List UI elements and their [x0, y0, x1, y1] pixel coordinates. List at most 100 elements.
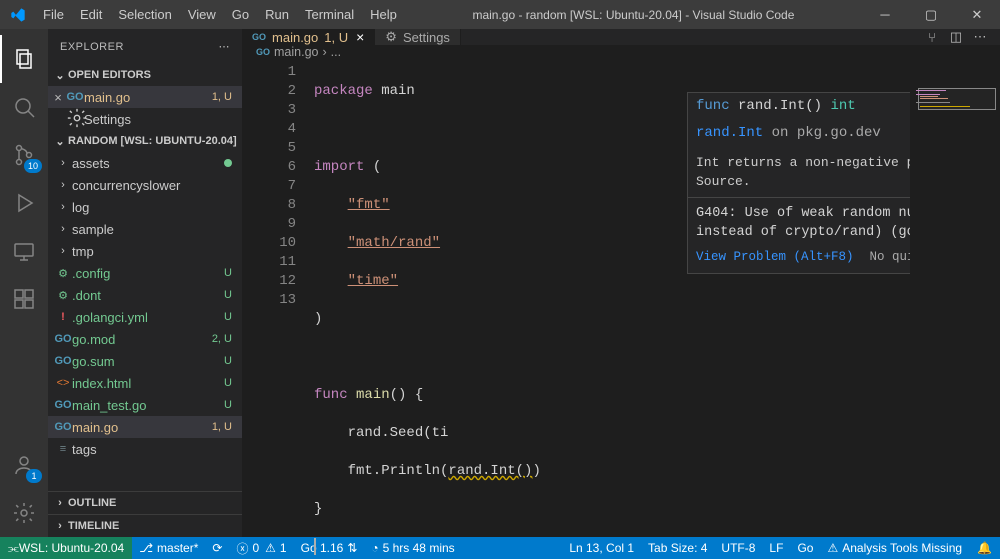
view-problem-link[interactable]: View Problem (Alt+F8)	[696, 248, 854, 267]
tab-main-go[interactable]: GO main.go 1, U ×	[242, 29, 375, 45]
file-golangci-yml[interactable]: !.golangci.ymlU	[48, 306, 242, 328]
go-icon: GO	[54, 421, 72, 433]
mm-line	[916, 102, 950, 103]
mm-line	[916, 90, 946, 91]
open-editor-settings[interactable]: Settings	[48, 108, 242, 130]
section-open-editors[interactable]: ⌄OPEN EDITORS	[48, 64, 242, 86]
menu-help[interactable]: Help	[362, 0, 405, 29]
chevron-right-icon: ›	[52, 497, 68, 509]
line-number: 2	[242, 82, 296, 101]
activity-scm[interactable]: 10	[0, 131, 48, 179]
mm-line	[916, 94, 940, 95]
code-editor[interactable]: 1 2 3 4 5 6 7 8 9 10 11 12 13 package ma…	[242, 59, 1000, 559]
minimap[interactable]	[910, 86, 1000, 516]
line-number: 1	[242, 63, 296, 82]
menu-terminal[interactable]: Terminal	[297, 0, 362, 29]
open-editor-main-go[interactable]: × GO main.go 1, U	[48, 86, 242, 108]
tab-label: main.go	[272, 30, 318, 45]
tree-label: go.mod	[72, 332, 212, 347]
section-outline[interactable]: ›OUTLINE	[48, 491, 242, 514]
folder-assets[interactable]: ›assets	[48, 152, 242, 174]
activity-settings[interactable]	[0, 489, 48, 537]
tab-suffix: 1, U	[324, 30, 348, 45]
tree-label: main_test.go	[72, 398, 224, 413]
menu-edit[interactable]: Edit	[72, 0, 110, 29]
menu-file[interactable]: File	[35, 0, 72, 29]
chevron-down-icon: ⌄	[52, 135, 68, 148]
tab-settings[interactable]: ⚙ Settings	[375, 29, 461, 45]
breadcrumb[interactable]: GO main.go › ...	[242, 45, 1000, 59]
activity-debug[interactable]	[0, 179, 48, 227]
activity-account[interactable]: 1	[0, 441, 48, 489]
file-config[interactable]: ⚙.configU	[48, 262, 242, 284]
folder-log[interactable]: ›log	[48, 196, 242, 218]
tree-label: go.sum	[72, 354, 224, 369]
file-index-html[interactable]: <>index.htmlU	[48, 372, 242, 394]
gear-icon	[66, 107, 84, 132]
mm-line	[920, 106, 970, 107]
title-bar: File Edit Selection View Go Run Terminal…	[0, 0, 1000, 29]
account-badge: 1	[26, 469, 42, 483]
file-main-go[interactable]: GOmain.go1, U	[48, 416, 242, 438]
chevron-right-icon: ›	[54, 201, 72, 213]
activity-search[interactable]	[0, 83, 48, 131]
menu-bar: File Edit Selection View Go Run Terminal…	[35, 0, 405, 29]
status-remote[interactable]: ⫘WSL: Ubuntu-20.04	[0, 537, 132, 559]
tab-close-icon[interactable]: ×	[356, 29, 364, 45]
mm-line	[920, 96, 938, 97]
split-icon[interactable]: ◫	[944, 29, 968, 45]
folder-concurrencyslower[interactable]: ›concurrencyslower	[48, 174, 242, 196]
code-token: package	[314, 83, 373, 99]
breadcrumb-rest: ...	[331, 45, 341, 59]
tree-status: U	[224, 399, 242, 411]
file-go-sum[interactable]: GOgo.sumU	[48, 350, 242, 372]
tree-status: U	[224, 377, 242, 389]
line-number: 10	[242, 234, 296, 253]
go-icon: GO	[256, 47, 270, 57]
open-editor-label: main.go	[84, 90, 212, 105]
hover-kw: func	[696, 98, 730, 114]
line-number: 9	[242, 215, 296, 234]
minimize-button[interactable]: ─	[862, 0, 908, 29]
go-icon: GO	[66, 91, 84, 103]
status-dot	[224, 159, 232, 167]
file-dont[interactable]: ⚙.dontU	[48, 284, 242, 306]
menu-run[interactable]: Run	[257, 0, 297, 29]
maximize-button[interactable]: ▢	[908, 0, 954, 29]
status-sync[interactable]: ⟳	[205, 537, 229, 559]
folder-sample[interactable]: ›sample	[48, 218, 242, 240]
line-number: 3	[242, 101, 296, 120]
more-icon[interactable]: ⋯	[968, 29, 992, 45]
mm-line	[920, 98, 948, 99]
hover-link-rest: on pkg.go.dev	[763, 125, 881, 141]
close-icon[interactable]: ×	[50, 90, 66, 105]
code-token: rand.Seed(ti	[314, 424, 1000, 443]
line-gutter: 1 2 3 4 5 6 7 8 9 10 11 12 13	[242, 59, 314, 559]
section-workspace[interactable]: ⌄RANDOM [WSL: UBUNTU-20.04]	[48, 130, 242, 152]
section-timeline[interactable]: ›TIMELINE	[48, 514, 242, 537]
window-title: main.go - random [WSL: Ubuntu-20.04] - V…	[405, 8, 862, 22]
menu-view[interactable]: View	[180, 0, 224, 29]
chevron-right-icon: ›	[54, 179, 72, 191]
breadcrumb-sep: ›	[323, 45, 327, 59]
activity-extensions[interactable]	[0, 275, 48, 323]
activity-remote[interactable]	[0, 227, 48, 275]
close-window-button[interactable]: ✕	[954, 0, 1000, 29]
tab-label: Settings	[403, 30, 450, 45]
menu-selection[interactable]: Selection	[110, 0, 179, 29]
gear-icon: ⚙	[54, 267, 72, 280]
code-token: fmt.Println(	[314, 463, 448, 479]
menu-go[interactable]: Go	[224, 0, 257, 29]
line-number: 4	[242, 120, 296, 139]
file-tags[interactable]: ≡tags	[48, 438, 242, 460]
status-branch[interactable]: ⎇master*	[132, 537, 205, 559]
tree-label: sample	[72, 222, 242, 237]
folder-tmp[interactable]: ›tmp	[48, 240, 242, 262]
explorer-more-icon[interactable]: ⋯	[219, 40, 231, 53]
chevron-right-icon: ›	[54, 245, 72, 257]
compare-icon[interactable]: ⑂	[920, 30, 944, 45]
activity-explorer[interactable]	[0, 35, 48, 83]
file-go-mod[interactable]: GOgo.mod2, U	[48, 328, 242, 350]
hover-link-name: rand.Int	[696, 125, 763, 141]
file-main-test-go[interactable]: GOmain_test.goU	[48, 394, 242, 416]
